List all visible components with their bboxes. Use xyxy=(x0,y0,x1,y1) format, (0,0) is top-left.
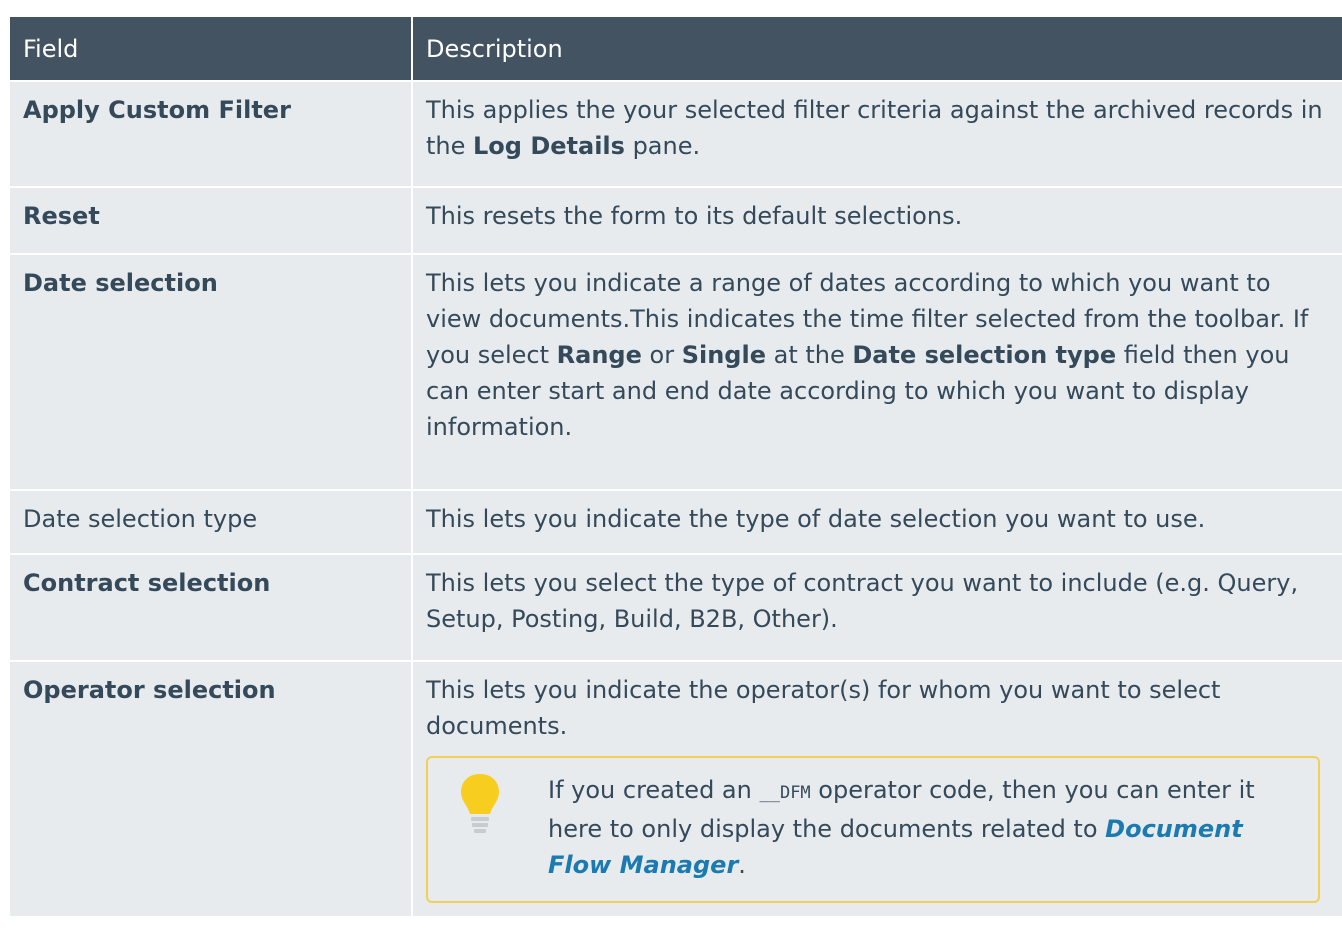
date-selection-type-term: Date selection type xyxy=(852,341,1117,369)
table-row: Operator selection This lets you indicat… xyxy=(10,660,1342,916)
table-row: Date selection This lets you indicate a … xyxy=(10,253,1342,490)
description-cell: This lets you indicate the type of date … xyxy=(412,489,1342,554)
description-cell: This applies the your selected filter cr… xyxy=(412,80,1342,187)
description-cell: This lets you indicate the operator(s) f… xyxy=(412,660,1342,916)
description-text: This lets you indicate the operator(s) f… xyxy=(426,676,1221,740)
page-bottom-edge xyxy=(10,932,1342,936)
header-description: Description xyxy=(412,17,1342,81)
field-cell: Contract selection xyxy=(10,553,413,661)
description-cell: This lets you select the type of contrac… xyxy=(412,553,1342,661)
field-name-contract-selection: Contract selection xyxy=(23,569,271,597)
field-name-reset: Reset xyxy=(23,202,100,230)
description-cell: This resets the form to its default sele… xyxy=(412,186,1342,254)
description-text: pane. xyxy=(624,132,701,160)
lightbulb-icon xyxy=(461,774,499,833)
description-text: This lets you indicate the type of date … xyxy=(426,505,1206,533)
table-row: Contract selection This lets you select … xyxy=(10,553,1342,661)
tip-note: If you created an __DFM operator code, t… xyxy=(426,756,1320,903)
table-header-row: Field Description xyxy=(10,17,1342,81)
table-row: Reset This resets the form to its defaul… xyxy=(10,186,1342,254)
description-text: This lets you select the type of contrac… xyxy=(426,569,1299,633)
log-details-term: Log Details xyxy=(473,132,625,160)
field-cell: Date selection xyxy=(10,253,413,490)
range-term: Range xyxy=(556,341,642,369)
field-name-operator-selection: Operator selection xyxy=(23,676,276,704)
note-text: If you created an xyxy=(548,776,760,804)
single-term: Single xyxy=(681,341,766,369)
operator-code: __DFM xyxy=(759,783,811,803)
description-text: or xyxy=(641,341,682,369)
table-row: Date selection type This lets you indica… xyxy=(10,489,1342,554)
field-cell: Apply Custom Filter xyxy=(10,80,413,187)
field-cell: Date selection type xyxy=(10,489,413,554)
table: Field Description Apply Custom Filter Th… xyxy=(10,17,1342,916)
header-field: Field xyxy=(10,17,413,81)
field-name-date-selection-type: Date selection type xyxy=(23,505,258,533)
field-name-date-selection: Date selection xyxy=(23,269,218,297)
note-text: . xyxy=(738,851,746,879)
description-text: This resets the form to its default sele… xyxy=(426,202,963,230)
field-cell: Reset xyxy=(10,186,413,254)
table-row: Apply Custom Filter This applies the you… xyxy=(10,80,1342,187)
field-description-table: Field Description Apply Custom Filter Th… xyxy=(10,17,1342,916)
description-text: at the xyxy=(765,341,853,369)
field-cell: Operator selection xyxy=(10,660,413,916)
field-name-apply-custom-filter: Apply Custom Filter xyxy=(23,96,291,124)
description-cell: This lets you indicate a range of dates … xyxy=(412,253,1342,490)
